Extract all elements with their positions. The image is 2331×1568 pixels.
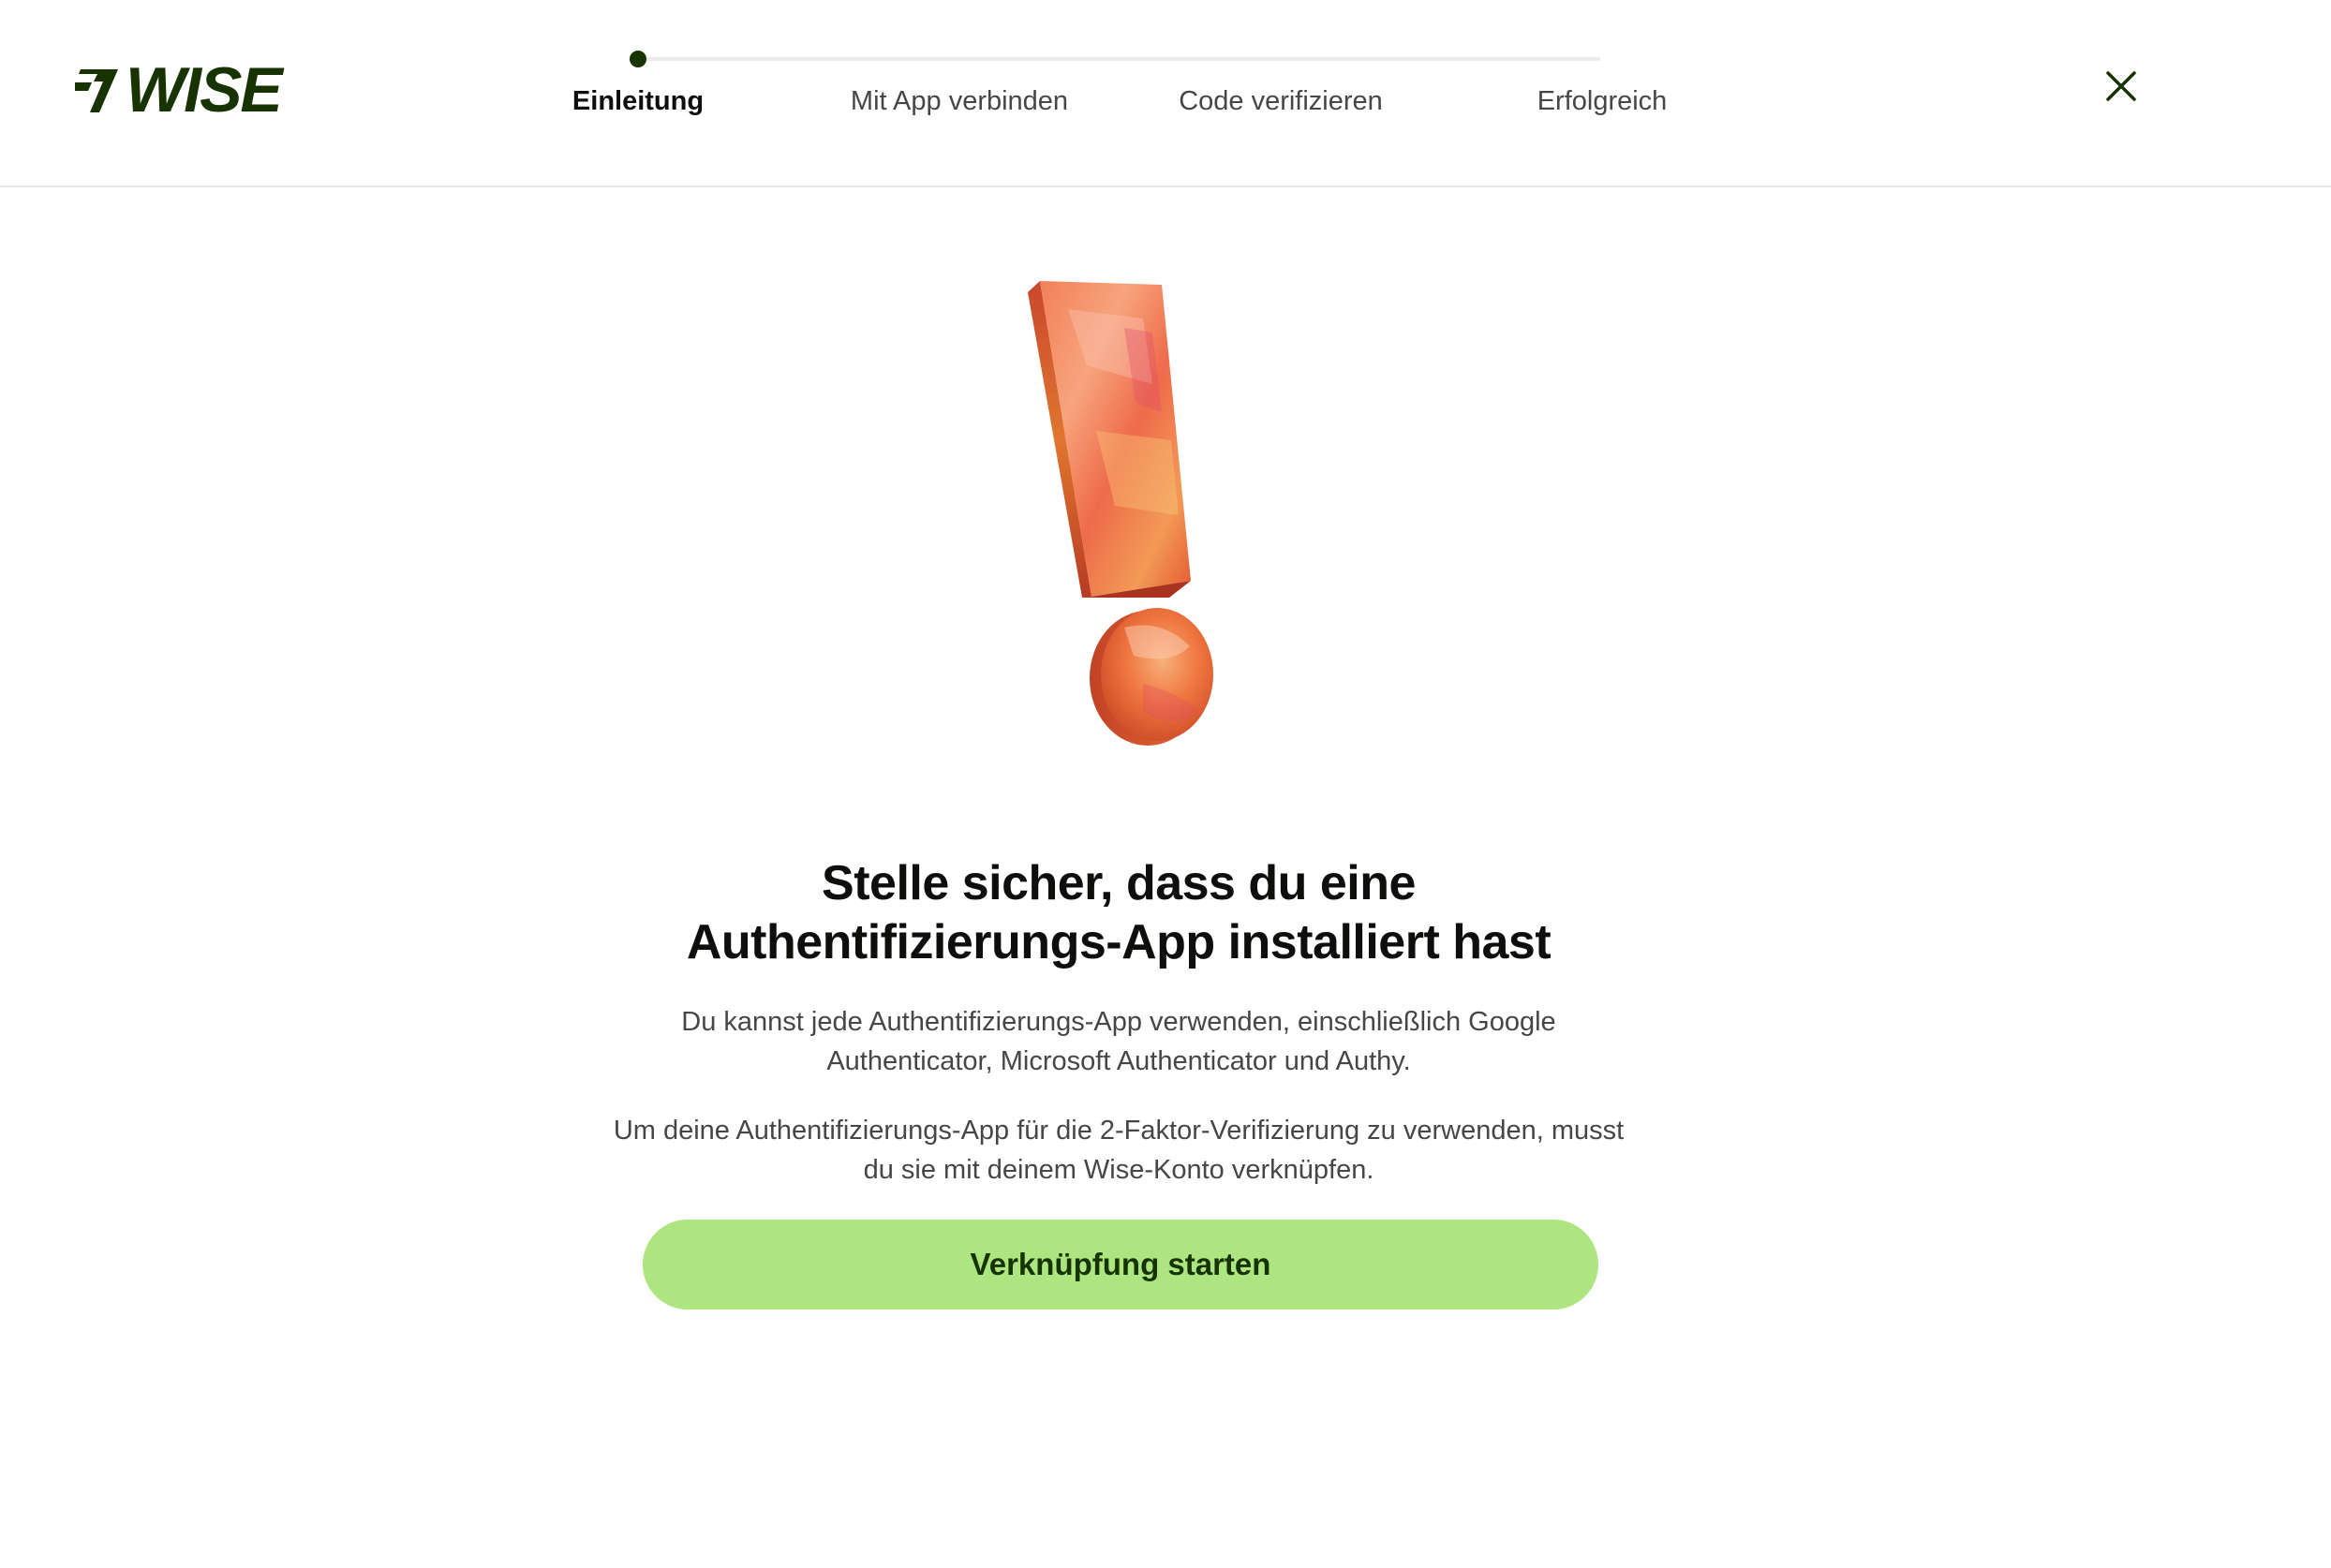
exclamation-mark-icon bbox=[1028, 281, 1213, 746]
wise-flag-icon bbox=[75, 69, 118, 112]
step-mit-app-verbinden: Mit App verbinden bbox=[850, 86, 1069, 116]
page: WISE Einleitung Mit App verbinden Code v… bbox=[0, 0, 2331, 1568]
page-title: Stelle sicher, dass du eine Authentifizi… bbox=[557, 854, 1681, 972]
description-linking: Um deine Authentifizierungs-App für die … bbox=[613, 1116, 1625, 1185]
step-erfolgreich: Erfolgreich bbox=[1537, 86, 1668, 116]
top-header: WISE Einleitung Mit App verbinden Code v… bbox=[0, 0, 2331, 187]
start-linking-button[interactable]: Verknüpfung starten bbox=[643, 1220, 1598, 1309]
close-button[interactable] bbox=[2102, 67, 2140, 105]
step-einleitung: Einleitung bbox=[572, 86, 705, 116]
progress-stepper: Einleitung Mit App verbinden Code verifi… bbox=[525, 45, 1686, 129]
close-icon bbox=[2106, 71, 2136, 101]
wise-logo[interactable]: WISE bbox=[75, 54, 283, 126]
step-code-verifizieren: Code verifizieren bbox=[1179, 86, 1383, 116]
stepper-current-dot bbox=[630, 51, 646, 67]
stepper-track bbox=[638, 57, 1600, 61]
page-title-line1: Stelle sicher, dass du eine bbox=[822, 856, 1416, 910]
wise-logo-text: WISE bbox=[126, 54, 283, 126]
description-apps: Du kannst jede Authentifizierungs-App ve… bbox=[681, 1007, 1556, 1076]
page-title-line2: Authentifizierungs-App installiert hast bbox=[686, 915, 1552, 969]
